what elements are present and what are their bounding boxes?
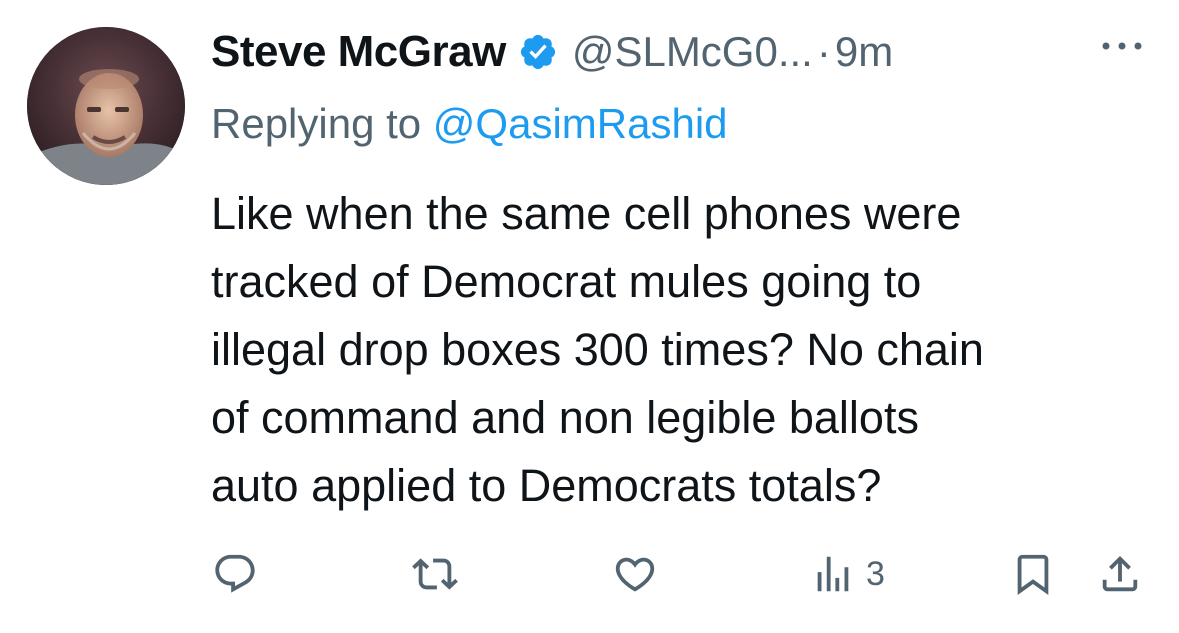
replying-to: Replying to @QasimRashid: [211, 100, 728, 148]
tweet-text-line: tracked of Democrat mules going to: [211, 256, 922, 307]
tweet-text: Like when the same cell phones were trac…: [211, 180, 1161, 520]
share-button[interactable]: [1097, 550, 1143, 598]
tweet-text-line: auto applied to Democrats totals?: [211, 460, 882, 511]
share-icon: [1102, 555, 1138, 592]
reply-button[interactable]: [212, 550, 258, 598]
tweet-text-line: Like when the same cell phones were: [211, 188, 962, 239]
author-handle[interactable]: @SLMcG0...: [572, 28, 813, 76]
avatar[interactable]: [27, 27, 185, 185]
retweet-icon: [412, 558, 458, 590]
like-button[interactable]: [612, 550, 658, 598]
more-options-icon[interactable]: [1098, 34, 1146, 58]
bookmark-button[interactable]: [1010, 550, 1056, 598]
tweet-text-line: illegal drop boxes 300 times? No chain: [211, 324, 984, 375]
views-button[interactable]: 3: [810, 550, 885, 598]
avatar-photo: [27, 27, 185, 185]
replying-to-mention[interactable]: @QasimRashid: [433, 100, 728, 147]
author-name[interactable]: Steve McGraw: [211, 27, 506, 77]
separator-dot: ·: [816, 28, 831, 75]
views-count: 3: [866, 554, 885, 593]
replying-to-label: Replying to: [211, 100, 433, 147]
tweet-header: Steve McGraw @SLMcG0... · 9m: [211, 22, 893, 82]
heart-icon: [615, 557, 655, 592]
bookmark-icon: [1017, 554, 1049, 595]
views-chart-icon: [817, 556, 849, 592]
retweet-button[interactable]: [412, 550, 458, 598]
verified-badge-icon[interactable]: [518, 32, 558, 72]
reply-icon: [215, 554, 255, 593]
timestamp[interactable]: 9m: [835, 28, 893, 76]
tweet-text-line: of command and non legible ballots: [211, 392, 919, 443]
